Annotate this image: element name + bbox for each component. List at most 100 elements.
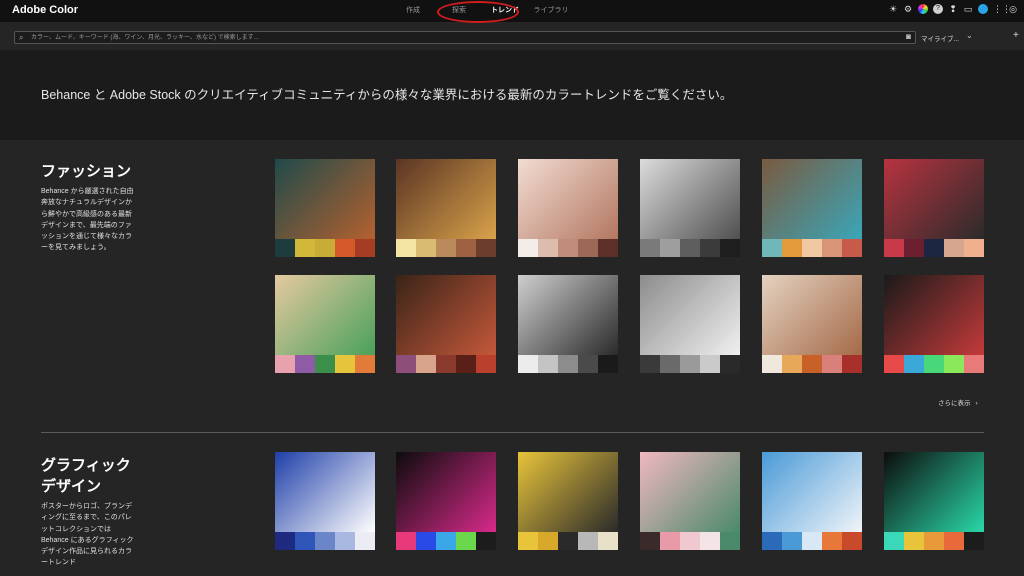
palette-card-image (518, 452, 618, 532)
palette-card[interactable] (884, 275, 984, 373)
color-swatch (416, 532, 436, 550)
color-swatch (335, 532, 355, 550)
palette-card[interactable] (275, 159, 375, 257)
color-swatch (944, 355, 964, 373)
settings-icon[interactable]: ⚙ (903, 4, 913, 14)
section-description-graphic-design: ポスターからロゴ、ブランディングに至るまで、このパレットコレクションでは Beh… (41, 503, 134, 567)
palette-card[interactable] (396, 275, 496, 373)
color-swatch (822, 239, 842, 257)
color-swatch (680, 355, 700, 373)
palette-card-image (640, 275, 740, 355)
palette-card[interactable] (396, 159, 496, 257)
color-swatch-strip (762, 239, 862, 257)
palette-card[interactable] (518, 159, 618, 257)
color-swatch (802, 355, 822, 373)
color-swatch (944, 239, 964, 257)
color-swatch (904, 239, 924, 257)
palette-card[interactable] (884, 452, 984, 550)
palette-card[interactable] (762, 159, 862, 257)
color-swatch (720, 355, 740, 373)
palette-card[interactable] (396, 452, 496, 550)
search-bar: ⌕ ◙ (14, 31, 916, 44)
section-title-graphic-design: グラフィックデザイン (41, 457, 131, 495)
palette-card[interactable] (762, 452, 862, 550)
color-swatch (762, 532, 782, 550)
user-avatar-icon[interactable] (978, 4, 988, 14)
color-swatch (335, 239, 355, 257)
section-description-fashion: Behance から厳選された自由奔放なナチュラルデザインから鮮やかで高級感のあ… (41, 188, 134, 252)
palette-card-image (762, 452, 862, 532)
color-swatch-strip (640, 355, 740, 373)
section-divider (41, 432, 984, 433)
color-swatch (355, 239, 375, 257)
color-swatch-strip (275, 355, 375, 373)
palette-card-image (275, 275, 375, 355)
feedback-icon[interactable]: ❢ (948, 4, 958, 14)
creative-cloud-icon[interactable]: ◎ (1008, 4, 1018, 14)
color-swatch-strip (396, 355, 496, 373)
top-icon-group: ☀ ⚙ ? ❢ ▭ ⋮⋮ ◎ (888, 4, 1018, 14)
color-swatch (558, 239, 578, 257)
palette-card[interactable] (640, 275, 740, 373)
color-swatch (944, 532, 964, 550)
search-icon: ⌕ (19, 33, 24, 42)
color-swatch (355, 532, 375, 550)
show-more-label: さらに表示 (938, 400, 971, 407)
palette-card-image (518, 275, 618, 355)
tab-create[interactable]: 作成 (390, 5, 436, 15)
color-swatch (578, 239, 598, 257)
color-swatch (396, 239, 416, 257)
palette-card[interactable] (884, 159, 984, 257)
sun-icon[interactable]: ☀ (888, 4, 898, 14)
color-swatch-strip (640, 532, 740, 550)
chevron-down-icon[interactable]: ⌄ (966, 31, 973, 40)
color-swatch (680, 532, 700, 550)
color-swatch (700, 532, 720, 550)
palette-card[interactable] (275, 452, 375, 550)
color-swatch (538, 355, 558, 373)
color-swatch (436, 532, 456, 550)
palette-card[interactable] (640, 159, 740, 257)
palette-card-image (762, 275, 862, 355)
palette-card-image (396, 159, 496, 239)
apps-grid-icon[interactable]: ⋮⋮ (993, 4, 1011, 14)
camera-icon[interactable]: ◙ (906, 32, 911, 41)
palette-card[interactable] (518, 275, 618, 373)
color-wheel-icon[interactable] (918, 4, 928, 14)
color-swatch-strip (518, 532, 618, 550)
chat-icon[interactable]: ▭ (963, 4, 973, 14)
color-swatch (924, 239, 944, 257)
color-swatch (315, 355, 335, 373)
color-swatch (964, 355, 984, 373)
palette-card[interactable] (275, 275, 375, 373)
color-swatch (884, 532, 904, 550)
color-swatch (700, 355, 720, 373)
color-swatch (578, 532, 598, 550)
color-swatch-strip (762, 355, 862, 373)
palette-card[interactable] (640, 452, 740, 550)
add-icon[interactable]: + (1013, 30, 1019, 41)
tab-library[interactable]: ライブラリ (528, 5, 574, 15)
show-more-link[interactable]: さらに表示 › (938, 397, 978, 407)
color-swatch (802, 532, 822, 550)
color-swatch (315, 532, 335, 550)
color-swatch (884, 355, 904, 373)
color-swatch (416, 239, 436, 257)
palette-card[interactable] (518, 452, 618, 550)
color-swatch-strip (640, 239, 740, 257)
library-select[interactable]: マイライブ... (921, 33, 959, 43)
help-icon[interactable]: ? (933, 4, 943, 14)
color-swatch (782, 239, 802, 257)
color-swatch (295, 355, 315, 373)
color-swatch-strip (884, 532, 984, 550)
color-swatch-strip (762, 532, 862, 550)
search-input[interactable] (31, 32, 891, 43)
color-swatch (762, 239, 782, 257)
color-swatch (700, 239, 720, 257)
color-swatch (904, 355, 924, 373)
app-title[interactable]: Adobe Color (12, 4, 78, 16)
color-swatch (538, 239, 558, 257)
color-swatch (822, 532, 842, 550)
palette-card-image (396, 452, 496, 532)
palette-card[interactable] (762, 275, 862, 373)
